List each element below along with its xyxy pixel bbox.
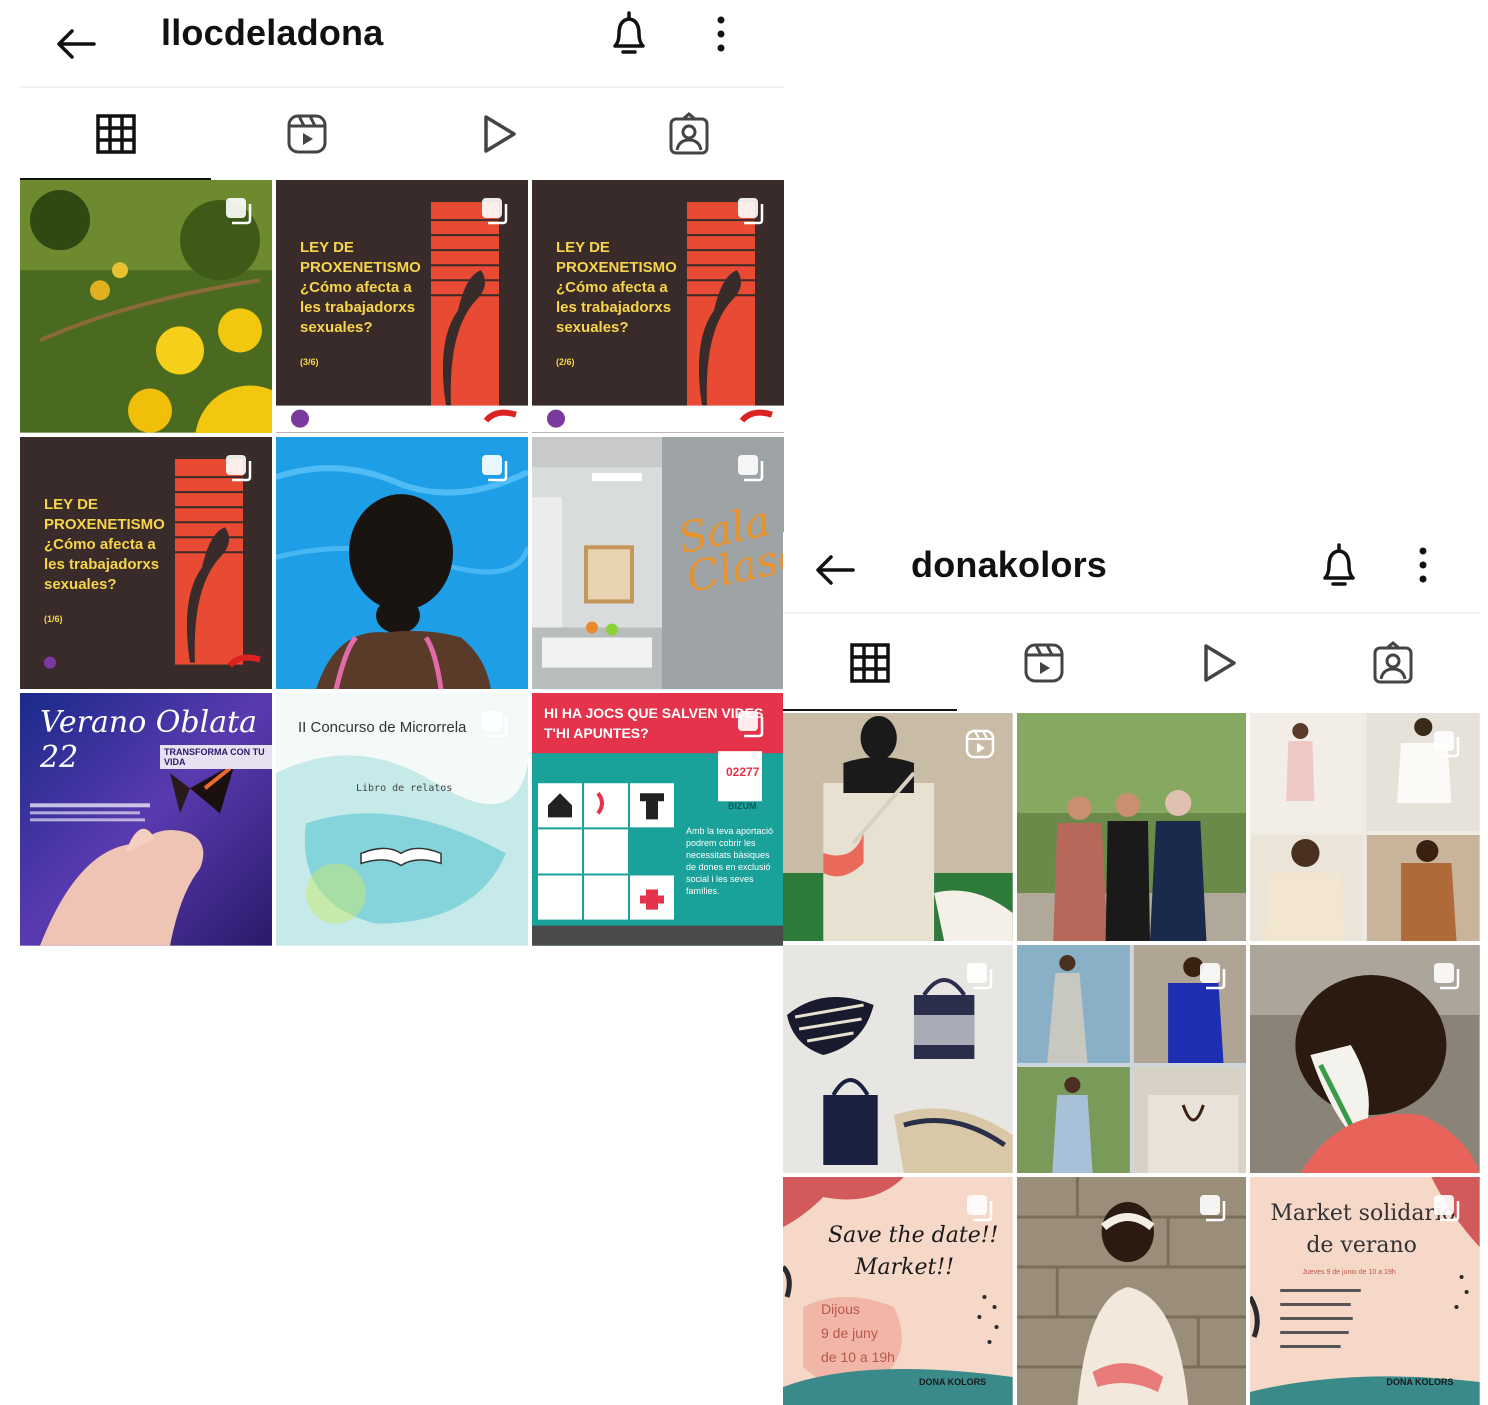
post-pool[interactable] — [276, 436, 528, 690]
carousel-icon — [966, 963, 992, 990]
post-concurso[interactable]: II Concurso de Microrrela Libro de relat… — [276, 693, 528, 946]
profile-panel-llocdeladona: llocdeladona LEY DE PROXENETISMO ¿Cómo a… — [20, 0, 784, 946]
post-mannequin-bag[interactable] — [783, 713, 1013, 941]
post-save-the-date[interactable]: Save the date!! Market!! Dijous 9 de jun… — [783, 1177, 1013, 1405]
tab-posts-grid[interactable] — [20, 88, 211, 180]
post-proxenetismo-2[interactable]: LEY DE PROXENETISMO ¿Cómo afecta a les t… — [532, 180, 784, 433]
posts-grid: Save the date!! Market!! Dijous 9 de jun… — [783, 713, 1480, 1405]
carousel-icon — [1434, 1195, 1460, 1222]
carousel-icon — [1434, 731, 1460, 758]
tagged-icon — [669, 112, 708, 155]
post-flowers[interactable] — [20, 180, 272, 433]
bell-icon[interactable] — [605, 8, 653, 60]
bell-icon[interactable] — [1315, 540, 1363, 592]
market-line1: Market solidario — [1270, 1201, 1456, 1226]
concurso-title: II Concurso de Microrrela — [298, 719, 467, 737]
tab-posts-grid[interactable] — [783, 614, 957, 711]
profile-tabs — [20, 88, 784, 180]
sala-sign-text: Sala Clase — [673, 495, 784, 602]
post-classroom[interactable]: Sala Clase — [532, 436, 784, 690]
carousel-icon — [226, 454, 252, 481]
jocs-body: Amb la teva aportació podrem cobrir les … — [686, 826, 774, 897]
profile-tabs — [783, 614, 1480, 711]
post-market-solidario[interactable]: Market solidario de verano Jueves 9 de j… — [1250, 1177, 1480, 1405]
jocs-bizum: BIZUM — [728, 801, 757, 812]
carousel-icon — [482, 711, 508, 738]
profile-username: llocdeladona — [161, 12, 384, 53]
tab-reels[interactable] — [957, 614, 1131, 711]
proxenetismo-text: LEY DE PROXENETISMO ¿Cómo afecta a les t… — [300, 238, 421, 372]
concurso-subtitle: Libro de relatos — [356, 783, 453, 795]
save-date-details: Dijous 9 de juny de 10 a 19h — [821, 1301, 895, 1365]
save-date-brand: DONA KOLORS — [919, 1377, 987, 1387]
market-brand: DONA KOLORS — [1386, 1377, 1454, 1387]
post-proxenetismo-1[interactable]: LEY DE PROXENETISMO ¿Cómo afecta a les t… — [20, 436, 272, 690]
more-vertical-icon[interactable] — [711, 11, 731, 57]
post-bags[interactable] — [783, 945, 1013, 1173]
carousel-icon — [482, 454, 508, 481]
reels-icon — [1024, 643, 1064, 682]
reels-icon — [287, 114, 326, 154]
proxenetismo-text: LEY DE PROXENETISMO ¿Cómo afecta a les t… — [556, 238, 677, 372]
page-indicator: (1/6) — [44, 613, 63, 624]
reels-icon — [965, 729, 994, 759]
post-stone-wall[interactable] — [1016, 1177, 1247, 1405]
carousel-icon — [482, 198, 508, 225]
tab-reels[interactable] — [211, 88, 402, 180]
save-date-line1: Save the date!! — [828, 1223, 999, 1248]
market-line2: de verano — [1306, 1233, 1417, 1258]
grid-icon — [850, 642, 890, 683]
market-line3: Jueves 9 de junio de 10 a 19h — [1302, 1269, 1396, 1276]
tab-tagged[interactable] — [1305, 614, 1480, 711]
grid-icon — [95, 114, 136, 154]
proxenetismo-text: LEY DE PROXENETISMO ¿Cómo afecta a les t… — [44, 495, 165, 629]
carousel-icon — [738, 454, 764, 481]
back-arrow-icon[interactable] — [50, 18, 102, 70]
jocs-code: 02277 — [726, 765, 760, 780]
profile-username: donakolors — [911, 544, 1108, 585]
tab-tagged[interactable] — [593, 88, 784, 180]
page-indicator: (2/6) — [556, 357, 575, 367]
play-icon — [1204, 643, 1236, 682]
carousel-icon — [226, 198, 252, 225]
carousel-icon — [738, 711, 764, 738]
page-indicator: (3/6) — [300, 357, 319, 367]
post-jocs[interactable]: HI HA JOCS QUE SALVEN VIDES T'HI APUNTES… — [532, 693, 784, 946]
carousel-icon — [966, 1195, 992, 1222]
post-verano-oblata[interactable]: Verano Oblata 22 TRANSFORMA CON TU VIDA — [20, 693, 272, 946]
play-icon — [483, 115, 516, 153]
carousel-icon — [1434, 963, 1460, 990]
jocs-title: HI HA JOCS QUE SALVEN VIDES T'HI APUNTES… — [544, 705, 764, 742]
posts-grid: LEY DE PROXENETISMO ¿Cómo afecta a les t… — [20, 180, 784, 946]
carousel-icon — [738, 198, 764, 225]
back-arrow-icon[interactable] — [809, 544, 861, 596]
tab-videos[interactable] — [1131, 614, 1305, 711]
post-three-women[interactable] — [1016, 713, 1247, 941]
post-blue-outfits[interactable] — [1016, 945, 1247, 1173]
carousel-icon — [1200, 1195, 1226, 1222]
tagged-icon — [1373, 640, 1412, 683]
more-vertical-icon[interactable] — [1413, 542, 1433, 588]
save-date-line2: Market!! — [855, 1255, 955, 1280]
post-scarf-hair[interactable] — [1250, 945, 1480, 1173]
profile-panel-donakolors: donakolors Save the date!! Market!! Dijo… — [783, 532, 1480, 1405]
tab-videos[interactable] — [402, 88, 593, 180]
profile-header: donakolors — [783, 532, 1480, 614]
profile-header: llocdeladona — [20, 0, 784, 88]
carousel-icon — [1200, 963, 1226, 990]
verano-subtitle: TRANSFORMA CON TU VIDA — [160, 745, 272, 770]
post-white-clothes[interactable] — [1250, 713, 1480, 941]
post-proxenetismo-3[interactable]: LEY DE PROXENETISMO ¿Cómo afecta a les t… — [276, 180, 528, 433]
